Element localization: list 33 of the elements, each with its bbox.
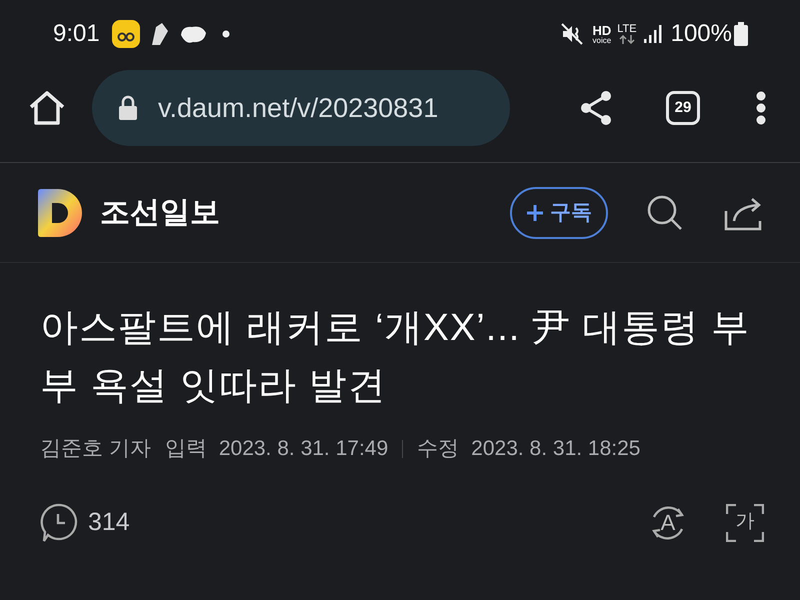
more-menu-icon[interactable] [756, 91, 766, 125]
mute-icon [560, 22, 584, 46]
lock-icon [118, 95, 138, 121]
network-label: LTE [617, 24, 637, 35]
subscribe-button[interactable]: 구독 [510, 186, 608, 238]
url-text: v.daum.net/v/20230831 [158, 92, 438, 125]
search-icon[interactable] [646, 194, 684, 232]
status-time: 9:01 [53, 19, 100, 49]
comment-count[interactable]: 314 [88, 504, 130, 542]
translate-button[interactable]: A [648, 502, 688, 542]
tab-count-button[interactable]: 29 [666, 91, 700, 125]
article-headline: 아스팔트에 래커로 ‘개XX’... 尹 대통령 부부 욕설 잇따라 발견 [40, 306, 752, 409]
edit-label: 수정 [417, 436, 460, 462]
font-size-button[interactable]: 가 [726, 504, 764, 542]
battery-icon [734, 22, 748, 46]
app-icon [112, 20, 140, 48]
home-icon[interactable] [28, 90, 66, 126]
publisher-name: 조선일보 [100, 195, 220, 231]
battery-percent: 100% [670, 19, 732, 49]
reporter-name: 김준호 기자 [40, 436, 151, 462]
voice-label: voice [592, 36, 612, 44]
data-arrows-icon [618, 35, 635, 44]
edit-time: 2023. 8. 31. 18:25 [471, 436, 640, 462]
address-bar[interactable]: v.daum.net/v/20230831 [92, 70, 510, 146]
signal-icon [642, 24, 663, 44]
hd-label: HD [592, 24, 612, 36]
logo-icon [38, 188, 82, 236]
share-icon[interactable] [580, 90, 612, 126]
input-time: 2023. 8. 31. 17:49 [218, 436, 388, 462]
dot-icon [222, 30, 230, 38]
input-label: 입력 [164, 436, 207, 462]
comment-icon[interactable] [40, 502, 78, 542]
plus-icon [526, 204, 544, 222]
